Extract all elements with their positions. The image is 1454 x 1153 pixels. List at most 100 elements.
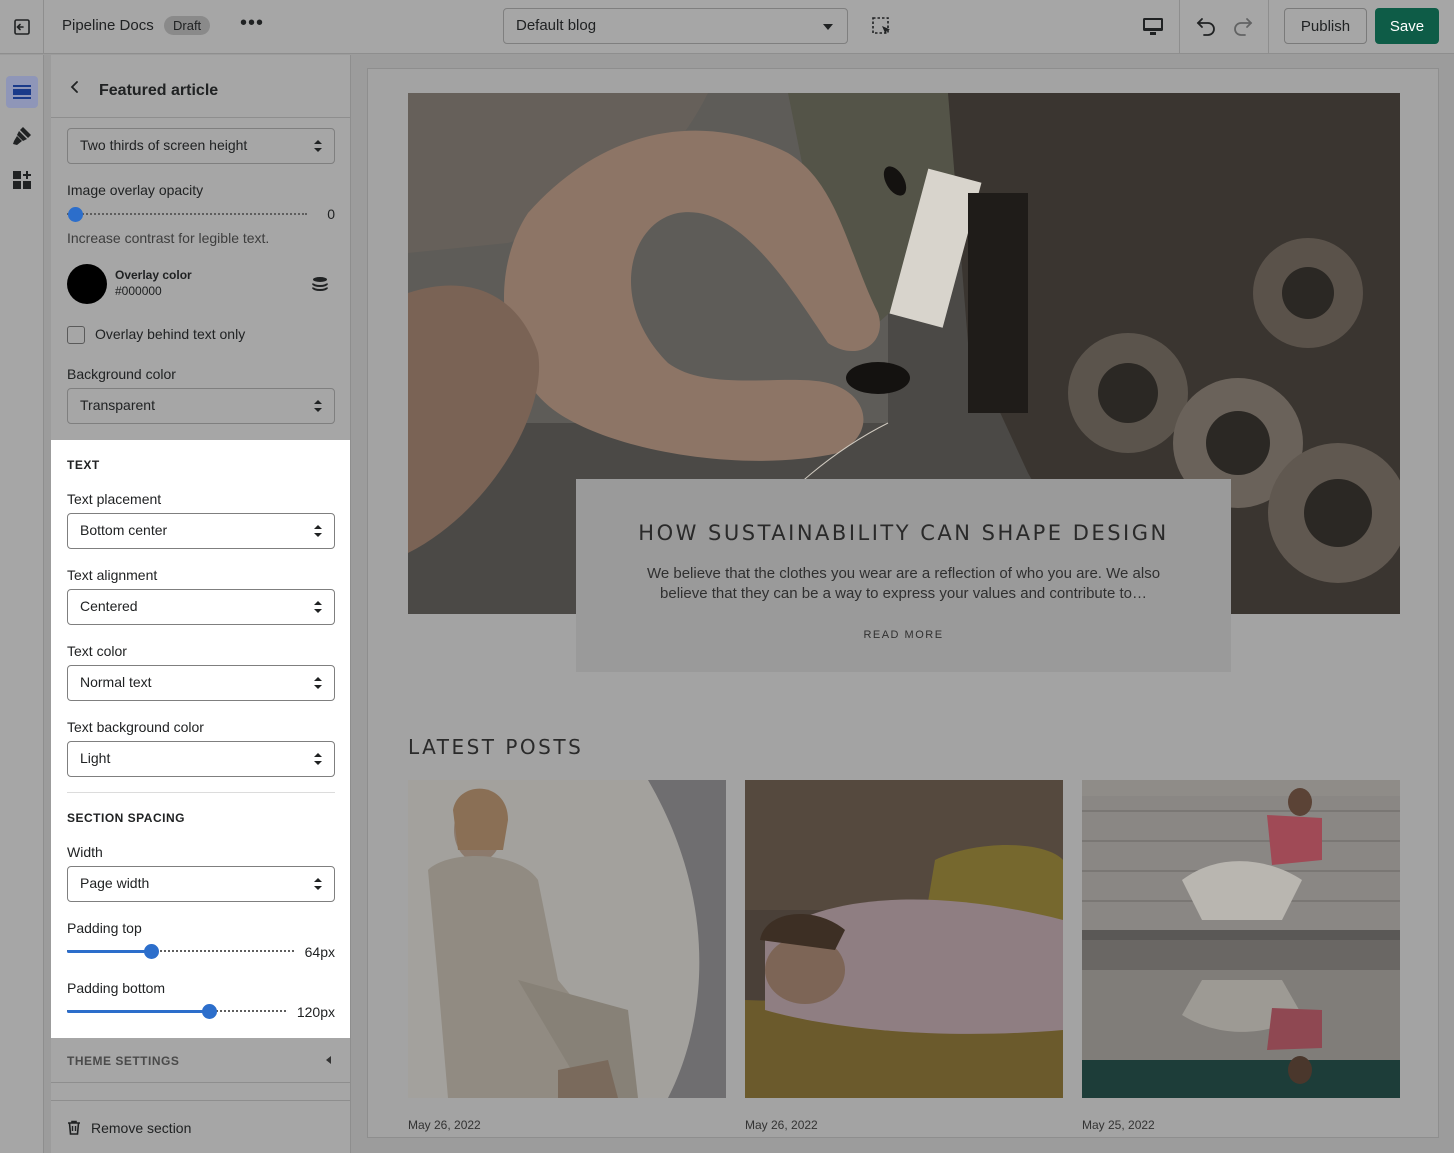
select-arrows-icon xyxy=(314,525,322,537)
select-arrows-icon xyxy=(314,878,322,890)
width-label: Width xyxy=(67,844,103,860)
post-card-image[interactable] xyxy=(745,780,1063,1098)
overlay-color-swatch[interactable] xyxy=(67,264,107,304)
padding-bottom-value: 120px xyxy=(296,1004,335,1020)
featured-article-card: HOW SUSTAINABILITY CAN SHAPE DESIGN We b… xyxy=(576,479,1231,672)
padding-top-slider[interactable] xyxy=(67,944,294,959)
featured-article-title[interactable]: HOW SUSTAINABILITY CAN SHAPE DESIGN xyxy=(576,521,1231,545)
overlay-opacity-label: Image overlay opacity xyxy=(67,182,204,198)
undo-icon[interactable] xyxy=(1194,14,1218,38)
divider xyxy=(1268,0,1269,54)
color-scheme-icon[interactable] xyxy=(312,276,328,292)
padding-bottom-slider[interactable] xyxy=(67,1004,286,1019)
inspector-icon[interactable] xyxy=(870,15,894,39)
select-arrows-icon xyxy=(314,753,322,765)
overlay-color-label: Overlay color xyxy=(115,268,192,282)
divider xyxy=(67,792,335,793)
select-arrows-icon xyxy=(314,601,322,613)
slider-thumb[interactable] xyxy=(202,1004,217,1019)
rail-app-blocks-button[interactable] xyxy=(6,164,38,196)
overlay-behind-text-checkbox[interactable] xyxy=(67,326,85,344)
text-color-select-value: Normal text xyxy=(80,674,152,690)
settings-panel: Featured article Two thirds of screen he… xyxy=(51,55,351,1153)
overlay-opacity-slider[interactable] xyxy=(67,207,307,222)
exit-button[interactable] xyxy=(0,0,44,54)
padding-bottom-label: Padding bottom xyxy=(67,980,166,996)
text-placement-select[interactable]: Bottom center xyxy=(67,513,335,549)
overlay-help-text: Increase contrast for legible text. xyxy=(67,230,270,246)
background-color-select-value: Transparent xyxy=(80,397,155,413)
caret-left-icon xyxy=(326,1056,331,1064)
select-arrows-icon xyxy=(314,677,322,689)
trash-icon xyxy=(68,1120,80,1135)
select-arrows-icon xyxy=(314,400,322,412)
section-spacing-heading: SECTION SPACING xyxy=(67,811,185,825)
background-color-select[interactable]: Transparent xyxy=(67,388,335,424)
latest-posts-heading: LATEST POSTS xyxy=(408,735,584,759)
post-card-image[interactable] xyxy=(408,780,726,1098)
redo-icon[interactable] xyxy=(1231,14,1255,38)
post-card-image[interactable] xyxy=(1082,780,1400,1098)
text-alignment-select-value: Centered xyxy=(80,598,138,614)
exit-icon xyxy=(13,19,30,35)
text-placement-select-value: Bottom center xyxy=(80,522,168,538)
back-arrow-icon[interactable] xyxy=(69,81,81,93)
store-name: Pipeline Docs xyxy=(62,17,154,34)
theme-preview: HOW SUSTAINABILITY CAN SHAPE DESIGN We b… xyxy=(367,68,1439,1138)
text-heading: TEXT xyxy=(67,458,100,472)
post-photo-woman-seated xyxy=(408,780,726,1098)
padding-top-value: 64px xyxy=(304,944,335,960)
more-actions-button[interactable]: ••• xyxy=(240,12,264,35)
image-height-select[interactable]: Two thirds of screen height xyxy=(67,128,335,164)
post-date: May 26, 2022 xyxy=(745,1118,818,1132)
text-color-select[interactable]: Normal text xyxy=(67,665,335,701)
featured-article-excerpt: We believe that the clothes you wear are… xyxy=(646,565,1161,602)
remove-section-button[interactable]: Remove section xyxy=(51,1100,350,1153)
template-select[interactable]: Default blog xyxy=(503,8,848,44)
rail-theme-settings-button[interactable] xyxy=(6,120,38,152)
remove-section-label: Remove section xyxy=(91,1120,192,1136)
background-color-label: Background color xyxy=(67,366,176,382)
overlay-color-value: #000000 xyxy=(115,284,162,298)
read-more-link[interactable]: READ MORE xyxy=(576,629,1231,641)
text-color-label: Text color xyxy=(67,643,127,659)
theme-settings-brush-icon xyxy=(13,127,31,145)
text-alignment-label: Text alignment xyxy=(67,567,158,583)
divider xyxy=(1179,0,1180,54)
image-height-select-value: Two thirds of screen height xyxy=(80,137,248,153)
width-select[interactable]: Page width xyxy=(67,866,335,902)
post-photo-woman-lying xyxy=(745,780,1063,1098)
text-alignment-select[interactable]: Centered xyxy=(67,589,335,625)
post-date: May 25, 2022 xyxy=(1082,1118,1155,1132)
text-placement-label: Text placement xyxy=(67,491,162,507)
desktop-preview-icon[interactable] xyxy=(1141,15,1165,39)
post-date: May 26, 2022 xyxy=(408,1118,481,1132)
slider-thumb[interactable] xyxy=(144,944,159,959)
panel-title: Featured article xyxy=(99,82,219,99)
publish-button[interactable]: Publish xyxy=(1284,8,1367,44)
app-blocks-icon xyxy=(13,171,31,189)
slider-track xyxy=(67,213,307,215)
theme-settings-toggle[interactable]: THEME SETTINGS xyxy=(51,1038,350,1083)
save-button[interactable]: Save xyxy=(1375,8,1439,44)
text-background-color-select-value: Light xyxy=(80,750,111,766)
slider-thumb[interactable] xyxy=(68,207,83,222)
top-bar: Pipeline Docs Draft ••• Default blog Pub… xyxy=(0,0,1454,54)
panel-header: Featured article xyxy=(51,55,350,118)
template-select-value: Default blog xyxy=(516,17,597,34)
left-rail xyxy=(0,55,44,1153)
width-select-value: Page width xyxy=(80,875,150,891)
post-photo-woman-steps xyxy=(1082,780,1400,1098)
status-badge: Draft xyxy=(164,16,211,35)
theme-settings-label: THEME SETTINGS xyxy=(67,1054,180,1068)
overlay-opacity-value: 0 xyxy=(327,206,335,222)
text-background-color-select[interactable]: Light xyxy=(67,741,335,777)
chevron-down-icon xyxy=(823,24,833,30)
padding-top-label: Padding top xyxy=(67,920,142,936)
sections-icon xyxy=(13,85,31,99)
text-background-color-label: Text background color xyxy=(67,719,204,735)
slider-fill xyxy=(67,1010,209,1013)
overlay-behind-text-label: Overlay behind text only xyxy=(95,326,246,342)
slider-fill xyxy=(67,950,151,953)
rail-sections-button[interactable] xyxy=(6,76,38,108)
